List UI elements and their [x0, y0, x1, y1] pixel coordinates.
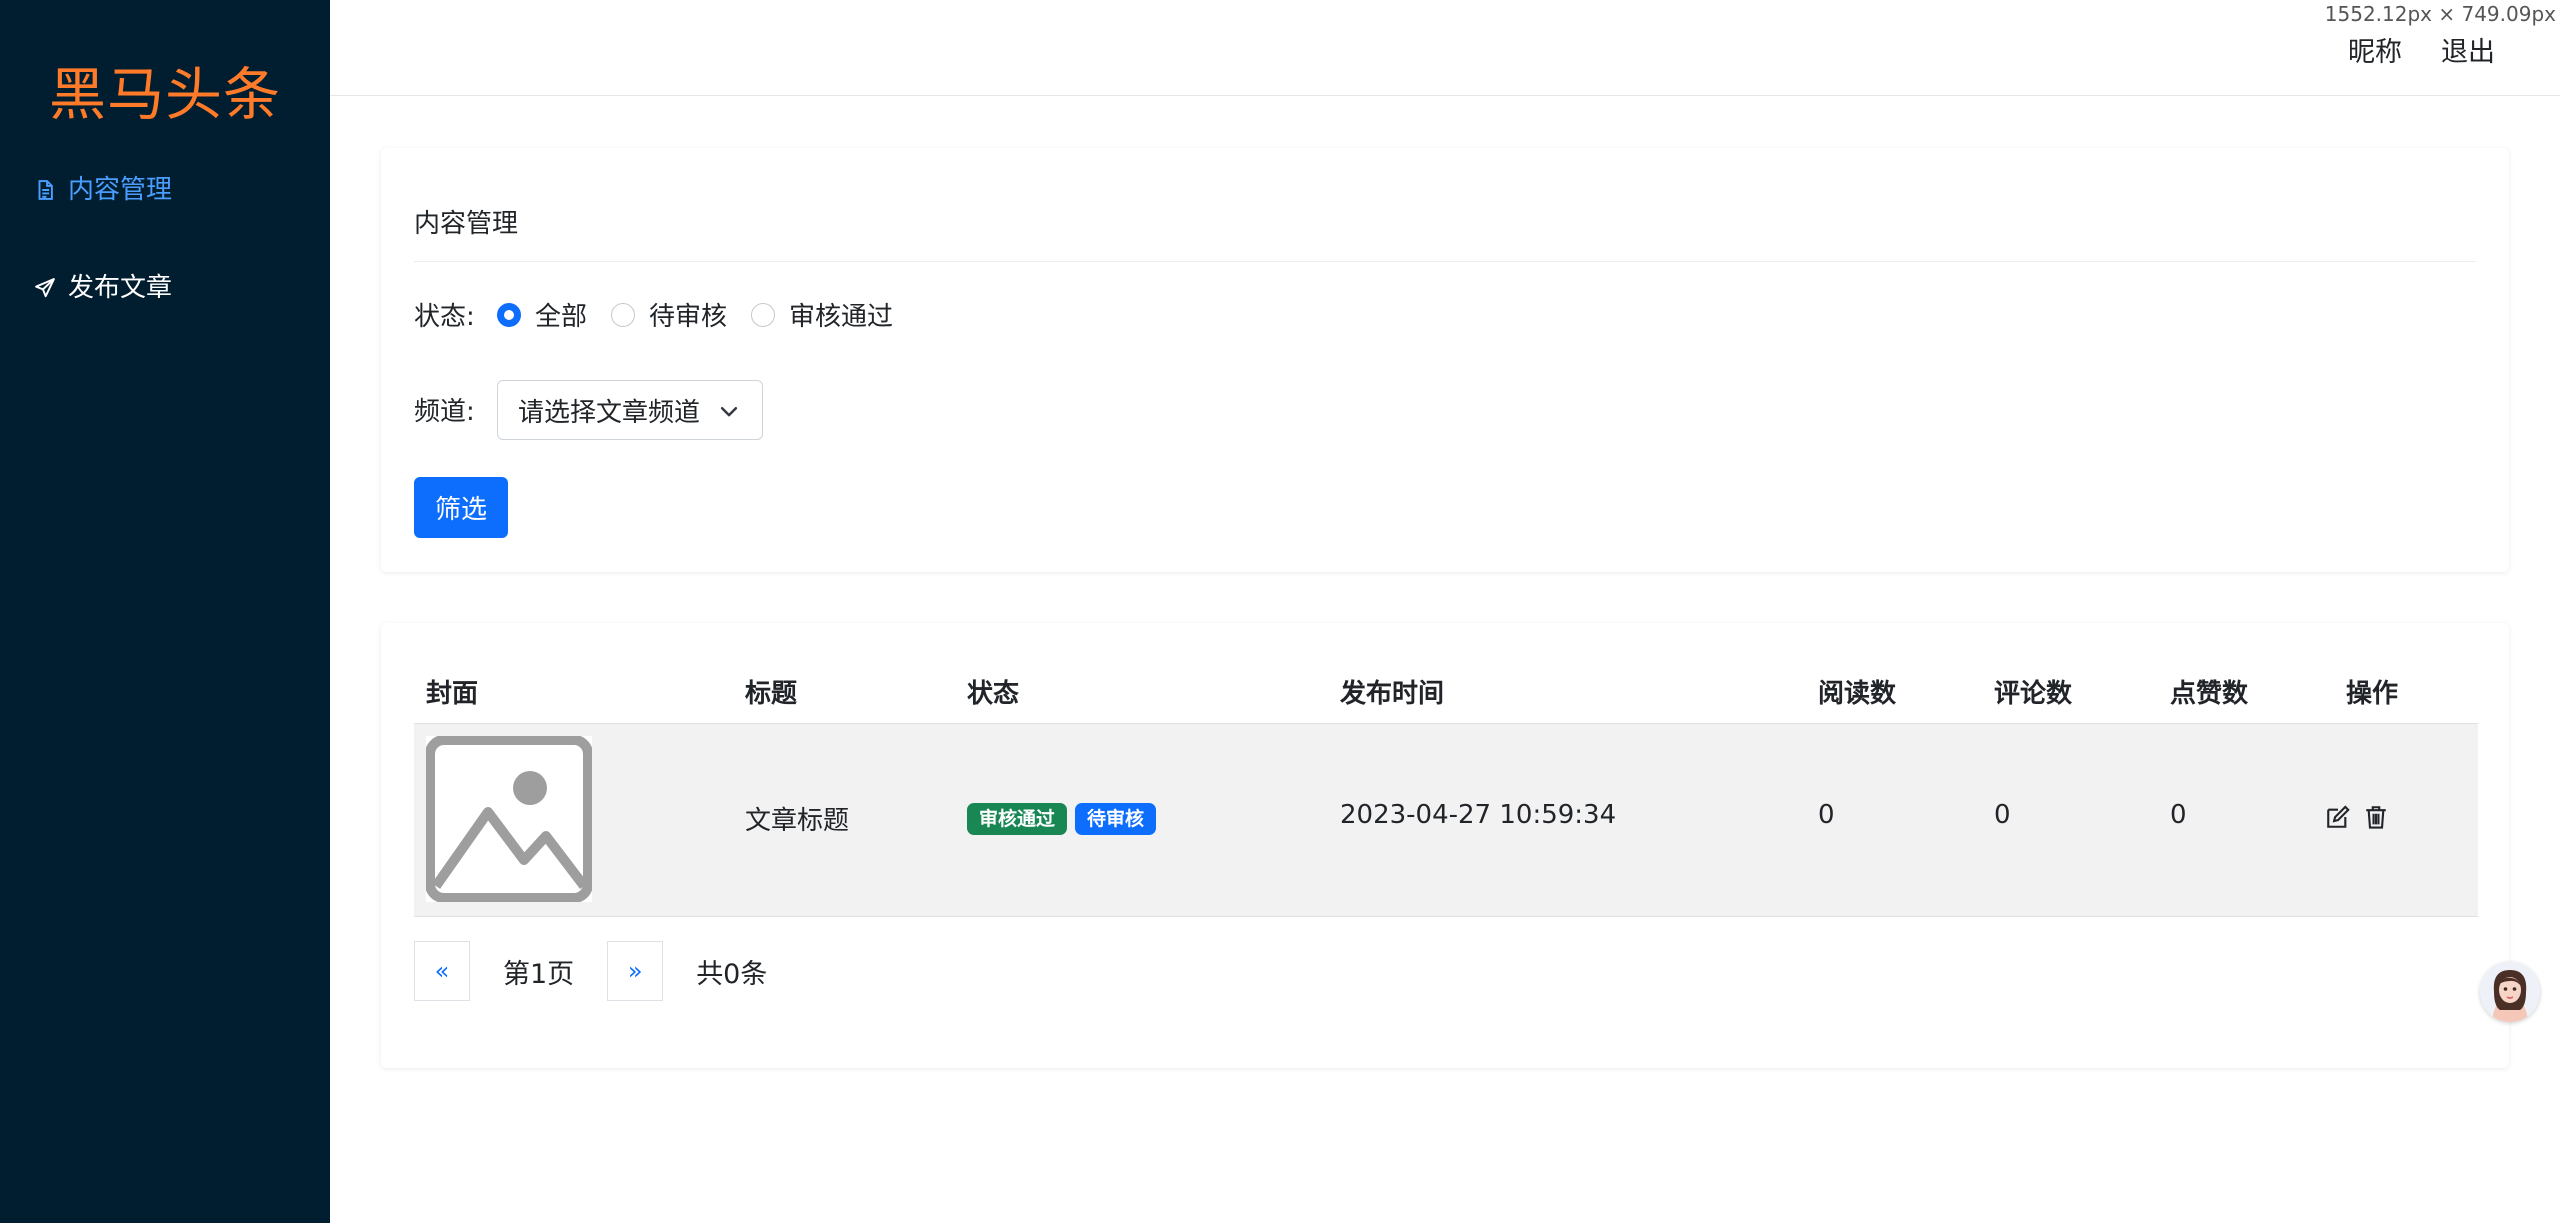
card-title: 内容管理 — [414, 209, 519, 239]
channel-label: 频道: — [414, 397, 475, 427]
read-count: 0 — [1818, 800, 1835, 830]
send-icon — [34, 277, 56, 299]
edit-icon[interactable] — [2325, 803, 2351, 831]
header-comments: 评论数 — [1994, 679, 2073, 709]
pagination: « 第1页 » 共0条 — [414, 941, 767, 1001]
radio-dot[interactable] — [497, 302, 521, 327]
chevron-down-icon — [718, 399, 740, 421]
dimension-readout: 1552.12px × 749.09px — [2324, 2, 2556, 26]
like-count: 0 — [2170, 800, 2187, 830]
divider — [414, 261, 2476, 262]
article-list-card: 封面 标题 状态 发布时间 阅读数 评论数 点赞数 操作 文章标题 审核通过 待审… — [381, 623, 2509, 1068]
channel-select-value: 请选择文章频道 — [518, 397, 701, 428]
image-placeholder-icon — [425, 735, 593, 903]
avatar[interactable] — [2480, 962, 2540, 1022]
header-likes: 点赞数 — [2170, 679, 2249, 709]
current-page-text: 第1页 — [503, 958, 575, 990]
radio-dot[interactable] — [611, 302, 636, 327]
status-radio-all[interactable]: 全部 — [497, 296, 587, 333]
article-table: 封面 标题 状态 发布时间 阅读数 评论数 点赞数 操作 文章标题 审核通过 待审… — [414, 663, 2478, 917]
filter-button[interactable]: 筛选 — [414, 477, 508, 538]
file-text-icon — [34, 179, 56, 201]
nickname-link[interactable]: 昵称 — [2348, 30, 2402, 69]
filter-card: 内容管理 状态: 全部 待审核 审核通过 频道: 请选择文章频道 筛选 — [381, 148, 2509, 572]
header-cover: 封面 — [426, 679, 479, 709]
status-badge-approved: 审核通过 — [967, 803, 1068, 835]
status-radio-pending[interactable]: 待审核 — [611, 296, 727, 333]
radio-label: 审核通过 — [789, 302, 894, 332]
comment-count: 0 — [1994, 800, 2011, 830]
radio-label: 待审核 — [649, 302, 728, 332]
status-label: 状态: — [414, 302, 475, 332]
total-count-text: 共0条 — [696, 958, 768, 990]
radio-dot[interactable] — [751, 302, 776, 327]
sidebar-item-content-management[interactable]: 内容管理 — [34, 173, 172, 207]
publish-time: 2023-04-27 10:59:34 — [1340, 800, 1617, 830]
logout-link[interactable]: 退出 — [2441, 30, 2495, 69]
prev-page-button[interactable]: « — [414, 941, 470, 1001]
article-title: 文章标题 — [745, 806, 850, 836]
header-reads: 阅读数 — [1818, 679, 1897, 709]
header-status: 状态 — [967, 679, 1020, 709]
sidebar-item-label: 内容管理 — [68, 175, 173, 205]
top-bar — [330, 0, 2560, 96]
table-header: 封面 标题 状态 发布时间 阅读数 评论数 点赞数 操作 — [414, 663, 2478, 724]
table-row: 文章标题 审核通过 待审核 2023-04-27 10:59:34 0 0 0 — [414, 724, 2478, 917]
radio-label: 全部 — [535, 302, 588, 332]
header-title: 标题 — [745, 679, 798, 709]
header-publish-time: 发布时间 — [1340, 679, 1445, 709]
brand-title: 黑马头条 — [49, 62, 281, 128]
next-page-button[interactable]: » — [607, 941, 664, 1001]
channel-select[interactable]: 请选择文章频道 — [497, 380, 763, 440]
header-actions: 操作 — [2346, 679, 2399, 709]
status-radio-approved[interactable]: 审核通过 — [751, 296, 893, 333]
sidebar: 黑马头条 内容管理 发布文章 — [0, 0, 330, 1223]
sidebar-item-publish-article[interactable]: 发布文章 — [34, 271, 172, 305]
sidebar-item-label: 发布文章 — [68, 273, 173, 303]
status-badge-pending: 待审核 — [1075, 803, 1157, 835]
trash-icon[interactable] — [2363, 803, 2389, 831]
status-radio-group: 全部 待审核 审核通过 — [497, 296, 917, 333]
row-actions — [2325, 803, 2389, 831]
status-badges: 审核通过 待审核 — [967, 802, 1164, 835]
